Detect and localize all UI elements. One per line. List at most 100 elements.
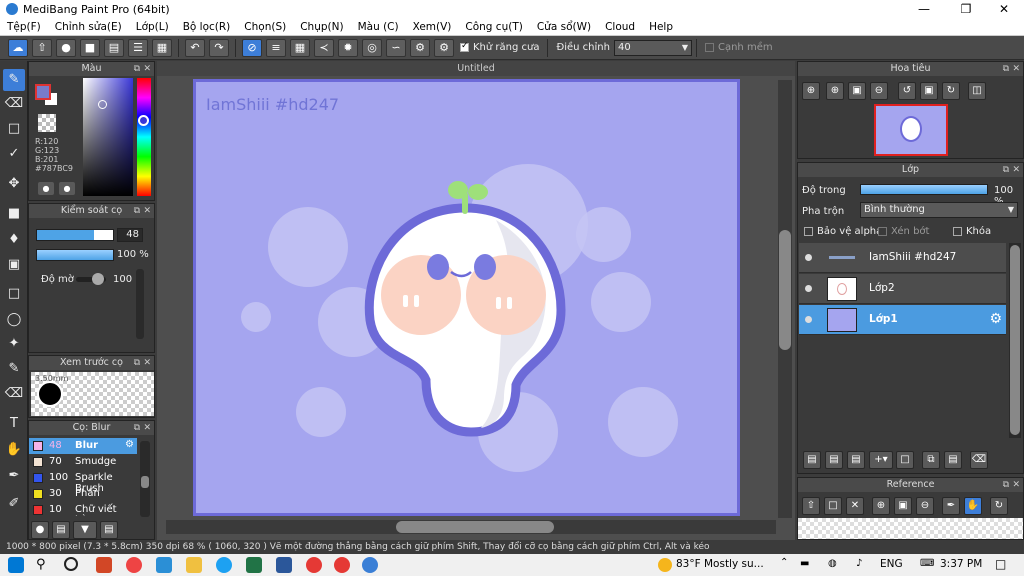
gradient-tool-icon[interactable]: ▣ <box>3 254 25 276</box>
menu-select[interactable]: Chọn(S) <box>237 21 293 33</box>
close-icon[interactable]: ✕ <box>143 356 151 370</box>
volume-icon[interactable]: ♪ <box>856 558 862 569</box>
zoom-in-icon[interactable]: ⊕ <box>872 497 890 515</box>
chrome-icon[interactable] <box>306 557 322 573</box>
select-tool-icon[interactable]: □ <box>3 283 25 305</box>
word-icon[interactable] <box>276 557 292 573</box>
grid-icon[interactable]: ▦ <box>152 38 172 57</box>
parallel-snap-icon[interactable]: ≡ <box>266 38 286 57</box>
menu-layer[interactable]: Lớp(L) <box>129 21 176 33</box>
duplicate-layer-icon[interactable]: ⧉ <box>922 451 940 469</box>
battery-icon[interactable]: ▬ <box>800 558 809 569</box>
hand-tool-icon[interactable]: ✋ <box>3 439 25 461</box>
menu-filter[interactable]: Bộ lọc(R) <box>176 21 238 33</box>
brush-size-value[interactable]: 48 <box>117 228 143 242</box>
open-folder-icon[interactable]: □ <box>824 497 842 515</box>
fill-rect-tool-icon[interactable]: ■ <box>3 203 25 225</box>
visibility-icon[interactable] <box>805 316 812 323</box>
layer-opacity-slider[interactable] <box>860 184 988 195</box>
task-view-icon[interactable] <box>64 557 78 571</box>
hue-slider[interactable] <box>137 78 151 196</box>
dock-icon[interactable]: ⧉ <box>134 356 140 370</box>
comment-icon[interactable]: ● <box>56 38 76 57</box>
notification-icon[interactable]: □ <box>995 557 1006 571</box>
menu-color[interactable]: Màu (C) <box>351 21 406 33</box>
blend-mode-select[interactable]: Bình thường ▼ <box>860 202 1018 218</box>
brush-settings-icon[interactable]: ▤ <box>100 521 118 539</box>
select-eraser-tool-icon[interactable]: ⌫ <box>3 383 25 405</box>
color-settings-icon[interactable]: ● <box>59 182 75 195</box>
list-item[interactable]: 30 Phấn <box>29 486 137 502</box>
keyboard-icon[interactable]: ⌨ <box>920 558 934 569</box>
zoom-out-icon[interactable]: ⊖ <box>870 82 888 100</box>
dock-icon[interactable]: ⧉ <box>1003 163 1009 177</box>
add-layer-menu-icon[interactable]: +▾ <box>869 451 893 469</box>
text-tool-icon[interactable]: T <box>3 413 25 435</box>
list-item[interactable]: 100 Sparkle Brush <box>29 470 137 494</box>
dock-icon[interactable]: ⧉ <box>134 62 140 76</box>
menu-help[interactable]: Help <box>642 21 680 33</box>
flip-icon[interactable]: ◫ <box>968 82 986 100</box>
layer-scroll-thumb[interactable] <box>1010 245 1020 435</box>
circle-snap-icon[interactable]: ◎ <box>362 38 382 57</box>
close-icon[interactable]: ✕ <box>1012 478 1020 492</box>
new-halftone-layer-icon[interactable]: ▤ <box>825 451 843 469</box>
add-brush-icon[interactable]: ● <box>31 521 49 539</box>
menu-window[interactable]: Cửa sổ(W) <box>530 21 598 33</box>
document-tab[interactable]: Untitled <box>157 61 795 76</box>
vanishing-snap-icon[interactable]: ≺ <box>314 38 334 57</box>
visibility-icon[interactable] <box>805 285 812 292</box>
excel-icon[interactable] <box>246 557 262 573</box>
lock-option[interactable]: Khóa <box>953 226 991 237</box>
fit-screen-icon[interactable]: ▣ <box>848 82 866 100</box>
layer-item-1[interactable]: Lớp1 ⚙ <box>799 305 1006 335</box>
zoom-fit-icon[interactable]: ⊕ <box>802 82 820 100</box>
dock-icon[interactable]: ⧉ <box>1003 62 1009 76</box>
rotate-icon[interactable]: ↻ <box>990 497 1008 515</box>
tray-chevron-icon[interactable]: ⌃ <box>780 557 788 568</box>
list-item[interactable]: 10 Chữ viết bằng... <box>29 502 137 516</box>
clock[interactable]: 3:37 PM <box>940 558 982 570</box>
upload-icon[interactable]: ⇧ <box>32 38 52 57</box>
menu-cloud[interactable]: Cloud <box>598 21 642 33</box>
blur-slider-handle[interactable] <box>92 273 104 285</box>
merge-layer-icon[interactable]: ▤ <box>944 451 962 469</box>
drawing-canvas[interactable]: IamShiii #hd247 <box>193 79 740 516</box>
dock-icon[interactable]: ⧉ <box>1003 478 1009 492</box>
language-indicator[interactable]: ENG <box>880 558 903 570</box>
maximize-button[interactable]: ❐ <box>946 0 986 18</box>
select-pen-tool-icon[interactable]: ✎ <box>3 358 25 380</box>
upload-icon[interactable]: ⇧ <box>802 497 820 515</box>
edge-icon[interactable] <box>216 557 232 573</box>
protect-alpha-option[interactable]: Bảo vệ alpha <box>804 226 882 237</box>
magic-wand-tool-icon[interactable]: ✦ <box>3 333 25 355</box>
saturation-value-picker[interactable] <box>83 78 133 196</box>
reference-view[interactable] <box>798 518 1023 539</box>
line-tool-icon[interactable]: ✓ <box>3 143 25 165</box>
minimize-button[interactable]: — <box>904 0 944 18</box>
snap-off-icon[interactable]: ⊘ <box>242 38 262 57</box>
chrome-icon[interactable] <box>334 557 350 573</box>
close-icon[interactable]: ✕ <box>1012 163 1020 177</box>
visibility-icon[interactable] <box>805 254 812 261</box>
lasso-tool-icon[interactable]: ◯ <box>3 309 25 331</box>
horizontal-scroll-thumb[interactable] <box>396 521 554 533</box>
antialias-checkbox[interactable]: ✓ <box>460 41 469 52</box>
lock-checkbox[interactable] <box>953 227 962 236</box>
menu-snap[interactable]: Chụp(N) <box>293 21 350 33</box>
redo-icon[interactable]: ↷ <box>209 38 229 57</box>
clip-option[interactable]: Xén bớt <box>878 226 929 237</box>
file-explorer-icon[interactable] <box>186 557 202 573</box>
scroll-thumb[interactable] <box>141 476 149 488</box>
brush-tool-icon[interactable]: ✎ <box>3 69 25 91</box>
windows-start-icon[interactable] <box>8 557 24 573</box>
list-icon[interactable]: ☰ <box>128 38 148 57</box>
weather-text[interactable]: 83°F Mostly su... <box>676 558 764 570</box>
eyedropper-tool-icon[interactable]: ✒ <box>3 465 25 487</box>
rotate-right-icon[interactable]: ↻ <box>942 82 960 100</box>
palette-icon[interactable]: ● <box>38 182 54 195</box>
bucket-tool-icon[interactable]: ♦ <box>3 229 25 251</box>
trash-icon[interactable]: ⌫ <box>970 451 988 469</box>
list-item[interactable]: 48 Blur ⚙ <box>29 438 137 454</box>
close-icon[interactable]: ✕ <box>143 204 151 218</box>
